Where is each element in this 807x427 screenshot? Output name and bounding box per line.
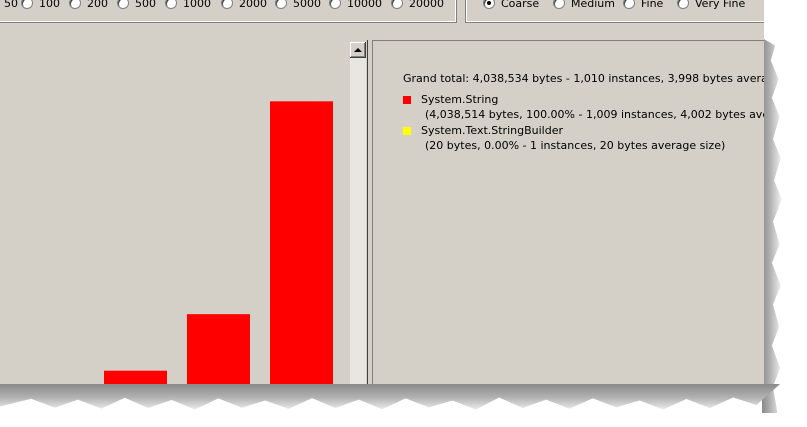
radio-circle-icon — [391, 0, 403, 9]
bucket-option-5000[interactable]: 5000 — [275, 0, 321, 10]
histogram-bar[interactable] — [270, 101, 333, 384]
bucket-option-1000[interactable]: 1000 — [165, 0, 211, 10]
scroll-up-button[interactable] — [350, 42, 366, 58]
radio-circle-icon — [275, 0, 287, 9]
bucket-option-500[interactable]: 500 — [117, 0, 156, 10]
bucket-option-50[interactable]: 50 — [0, 0, 18, 10]
histogram-bar[interactable] — [187, 314, 250, 384]
grand-total-text: Grand total: 4,038,534 bytes - 1,010 ins… — [403, 72, 764, 85]
radio-circle-icon — [553, 0, 565, 9]
window-shadow-right — [762, 38, 782, 413]
detail-level-group: Coarse Medium Fine Very Fine — [465, 0, 764, 23]
radio-circle-icon — [623, 0, 635, 9]
legend-item-detail: (4,038,514 bytes, 100.00% - 1,009 instan… — [425, 108, 764, 121]
radio-circle-icon — [21, 0, 33, 9]
detail-option-medium[interactable]: Medium — [553, 0, 615, 10]
radio-circle-icon — [117, 0, 129, 9]
bucket-option-20000[interactable]: 20000 — [391, 0, 444, 10]
radio-checked-icon — [483, 0, 495, 9]
arrow-up-icon — [354, 48, 362, 52]
vertical-scrollbar[interactable] — [350, 42, 366, 384]
legend-swatch — [403, 96, 411, 104]
bucket-option-10000[interactable]: 10000 — [329, 0, 382, 10]
histogram-pane — [0, 40, 368, 384]
window-shadow-bottom — [0, 384, 780, 410]
radio-circle-icon — [329, 0, 341, 9]
legend-item-name: System.Text.StringBuilder — [421, 124, 563, 137]
detail-option-coarse[interactable]: Coarse — [483, 0, 539, 10]
bucket-option-200[interactable]: 200 — [69, 0, 108, 10]
histogram-bar[interactable] — [104, 370, 167, 384]
bucket-size-group: 50 100 200 500 1000 2000 5000 10000 2000… — [0, 0, 457, 23]
bucket-option-100[interactable]: 100 — [21, 0, 60, 10]
bucket-option-2000[interactable]: 2000 — [221, 0, 267, 10]
legend-item-name: System.String — [421, 93, 499, 106]
radio-circle-icon — [165, 0, 177, 9]
legend-item-detail: (20 bytes, 0.00% - 1 instances, 20 bytes… — [425, 139, 726, 152]
detail-option-fine[interactable]: Fine — [623, 0, 663, 10]
radio-circle-icon — [69, 0, 81, 9]
allocation-graph-window: 50 100 200 500 1000 2000 5000 10000 2000… — [0, 0, 764, 384]
radio-circle-icon — [221, 0, 233, 9]
legend-swatch — [403, 127, 411, 135]
radio-circle-icon — [677, 0, 689, 9]
histogram-chart — [104, 101, 333, 384]
detail-option-very-fine[interactable]: Very Fine — [677, 0, 745, 10]
legend-pane: Grand total: 4,038,534 bytes - 1,010 ins… — [373, 40, 764, 384]
